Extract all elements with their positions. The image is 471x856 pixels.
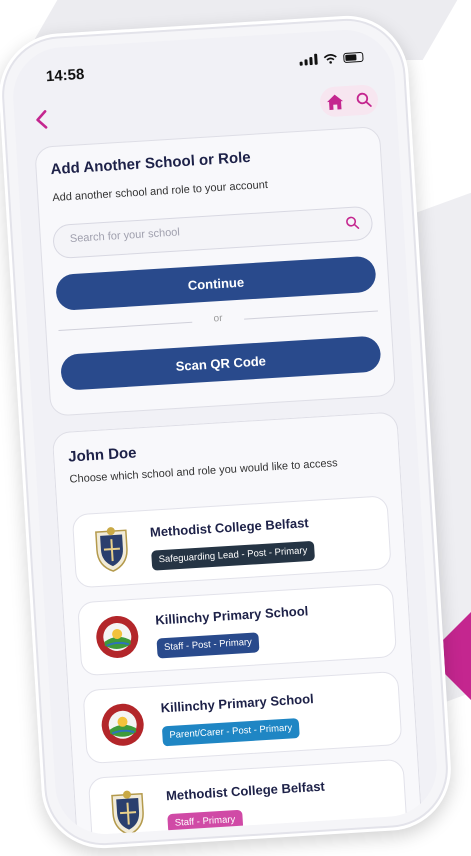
school-option[interactable]: Killinchy Primary School Parent/Carer - … — [82, 670, 403, 765]
school-search-box — [52, 205, 374, 260]
killinchy-crest-icon — [96, 615, 139, 658]
back-button[interactable] — [34, 108, 57, 131]
add-school-subtitle: Add another school and role to your acco… — [52, 178, 269, 205]
school-name: Killinchy Primary School — [154, 603, 309, 628]
home-icon[interactable] — [326, 93, 345, 111]
app-screen: 14:58 Add Another School or Role Add ano… — [10, 27, 440, 837]
school-name: Killinchy Primary School — [160, 691, 315, 716]
status-time: 14:58 — [45, 65, 85, 86]
school-name: Methodist College Belfast — [165, 778, 326, 804]
school-option[interactable]: Killinchy Primary School Staff - Post - … — [77, 583, 398, 677]
nav-actions — [319, 84, 379, 118]
battery-icon — [343, 51, 364, 63]
killinchy-crest-icon — [101, 703, 144, 746]
add-school-card: Add Another School or Role Add another s… — [34, 125, 397, 417]
divider-line-left — [58, 321, 193, 331]
scan-qr-button[interactable]: Scan QR Code — [59, 335, 382, 391]
signal-icon — [299, 53, 318, 66]
school-option[interactable]: Methodist College Belfast Safeguarding L… — [71, 495, 392, 589]
add-school-title: Add Another School or Role — [50, 148, 252, 179]
user-name: John Doe — [67, 444, 137, 466]
status-icons — [299, 51, 364, 66]
methodist-crest-icon — [95, 527, 128, 572]
role-badge: Safeguarding Lead - Post - Primary — [151, 540, 315, 571]
methodist-crest-icon — [111, 790, 144, 836]
chevron-left-icon — [36, 110, 48, 129]
search-icon[interactable] — [356, 91, 373, 108]
role-badge: Staff - Post - Primary — [156, 632, 260, 659]
or-label: or — [213, 312, 223, 325]
continue-button[interactable]: Continue — [55, 255, 377, 312]
phone-mockup: 14:58 Add Another School or Role Add ano… — [0, 12, 455, 852]
school-name: Methodist College Belfast — [149, 515, 310, 540]
or-divider: or — [58, 303, 378, 337]
search-icon[interactable] — [345, 215, 360, 230]
school-selection-card: John Doe Choose which school and role yo… — [51, 411, 424, 837]
wifi-icon — [323, 53, 337, 64]
role-badge: Parent/Carer - Post - Primary — [161, 718, 300, 747]
status-bar: 14:58 — [12, 47, 395, 90]
divider-line-right — [243, 310, 378, 320]
school-search-input[interactable] — [67, 216, 322, 247]
